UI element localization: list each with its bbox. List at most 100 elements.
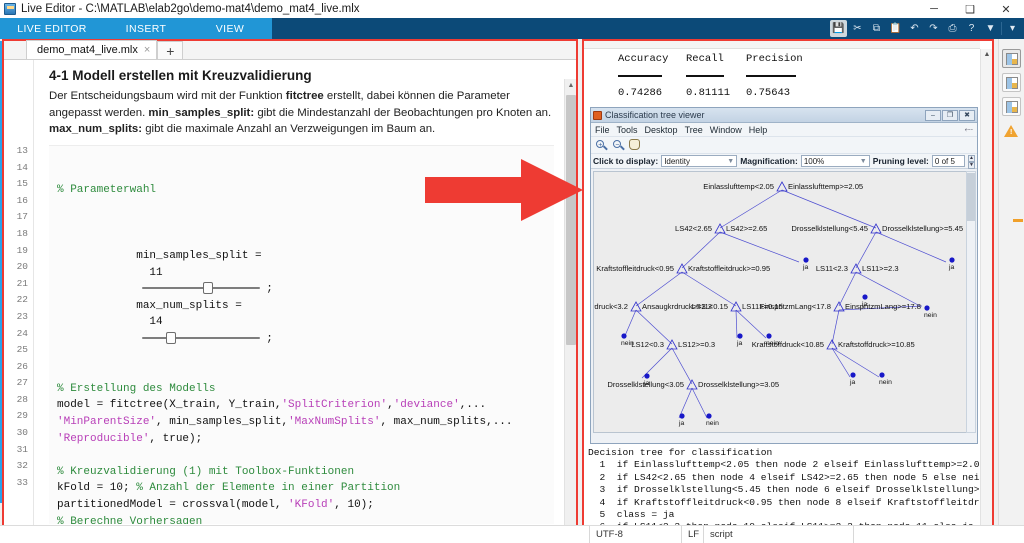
tree-leaf-label: ja [679,420,685,427]
right-icon-rail: ! [998,39,1024,541]
decision-tree-canvas[interactable]: Einlasslufttemp<2.05 Einlasslufttemp>=2.0… [593,171,967,433]
tree-node-condition-right: LS11>=2.3 [862,264,899,273]
pruning-level-label: Pruning level: [872,156,929,166]
paste-icon[interactable]: 📋 [887,20,904,37]
tab-live-editor[interactable]: LIVE EDITOR [0,18,104,39]
pan-icon[interactable] [629,138,642,152]
code-line: 'MinParentSize', min_samples_split,'MaxN… [57,414,554,431]
line-number: 23 [16,310,28,322]
line-number: 28 [16,393,28,405]
zoom-in-icon[interactable]: + [595,139,608,152]
min-samples-split-slider[interactable] [142,282,261,295]
status-bar: UTF-8 LF script [0,525,1024,543]
tree-leaf-label: ja [850,379,856,386]
code-text: , min_samples_split, [156,416,289,428]
max-num-splits-label: max_num_splits = [136,299,242,312]
quick-access-toolbar: 💾 ✂ ⧉ 📋 ↶ ↷ ⎙ ? ▼ ▾ [830,18,1024,39]
maximize-button[interactable]: ❑ [952,0,988,18]
output-vertical-scrollbar[interactable]: ▲ ▼ [980,49,992,543]
tree-leaf-label: nein [924,312,937,319]
print-icon[interactable]: ⎙ [944,20,961,37]
tab-view[interactable]: VIEW [188,18,272,39]
tree-minimize-button[interactable]: – [925,109,941,121]
tree-close-button[interactable]: ✖ [959,109,975,121]
code-block-model[interactable]: % Erstellung des Modells model = fitctree… [57,381,554,524]
classification-tree-viewer: Classification tree viewer – ❐ ✖ File To… [590,107,978,444]
slider-knob[interactable] [202,282,213,295]
more-icon[interactable]: ▼ [982,20,999,37]
live-editor-document-pane: demo_mat4_live.mlx × + 13 14 15 16 17 18 19 20 2… [2,39,578,541]
magnification-select[interactable]: 100% ▼ [800,155,870,167]
tree-viewer-title: Classification tree viewer [605,110,705,120]
tree-canvas-scrollbar[interactable] [966,171,976,433]
tree-node-condition-left: Ansaugkrdruck<3.2 [594,302,628,311]
menu-desktop[interactable]: Desktop [645,125,678,135]
expand-ribbon-icon[interactable]: ▾ [1004,20,1021,37]
undo-icon[interactable]: ↶ [906,20,923,37]
help-icon[interactable]: ? [963,20,980,37]
code-comment: % Kreuzvalidierung (1) mit Toolbox-Funkt… [57,465,355,478]
header-rule [746,74,796,77]
document-tab[interactable]: demo_mat4_live.mlx × [26,40,158,59]
save-icon[interactable]: 💾 [830,20,847,37]
click-to-display-label: Click to display: [593,156,659,166]
chevron-down-icon[interactable]: ▼ [727,158,734,165]
slider-row-min-samples-split[interactable]: min_samples_split = 11 ; [57,231,554,295]
code-text: partitionedModel = crossval(model, [57,498,289,511]
panel-layout-1-icon[interactable] [1002,49,1021,68]
status-line-ending: LF [682,525,704,543]
header-rule [618,74,662,77]
line-number: 33 [16,476,28,488]
line-number: 24 [16,327,28,339]
pruning-level-field[interactable]: 0 of 5 [931,155,966,167]
cut-icon[interactable]: ✂ [849,20,866,37]
document-vertical-scrollbar[interactable]: ▲ ▼ [564,79,576,541]
menu-help[interactable]: Help [749,125,768,135]
pruning-level-stepper[interactable]: ▲ ▼ [968,155,975,169]
tree-leaf-label: nein [879,379,892,386]
line-number: 29 [16,410,28,422]
panel-layout-3-icon[interactable] [1002,97,1021,116]
line-number: 20 [16,261,28,273]
close-icon[interactable]: × [144,44,150,56]
status-file-type: script [704,525,854,543]
scroll-up-icon[interactable]: ▲ [565,79,577,91]
menu-tree[interactable]: Tree [685,125,703,135]
table-header-row: Accuracy Recall Precision [618,50,980,67]
line-number: 26 [16,360,28,372]
tree-text-line: 4 if Kraftstoffleitdruck<0.95 then node … [588,496,981,508]
click-to-display-value: Identity [664,156,690,166]
tree-viewer-menubar: File Tools Desktop Tree Window Help ⤎ [591,123,977,137]
code-string: 'MaxNumSplits' [288,416,381,428]
tree-leaf-label: ja [803,264,809,271]
max-num-splits-slider[interactable] [142,332,261,345]
warning-icon[interactable]: ! [1004,125,1019,138]
menu-overflow-icon[interactable]: ⤎ [965,125,973,135]
menu-window[interactable]: Window [710,125,742,135]
code-text: , true); [149,432,203,445]
copy-icon[interactable]: ⧉ [868,20,885,37]
cell-precision: 0.75643 [746,86,791,99]
minimize-button[interactable]: ─ [916,0,952,18]
tab-insert[interactable]: INSERT [104,18,188,39]
click-to-display-select[interactable]: Identity ▼ [661,155,738,167]
panel-layout-2-icon[interactable] [1002,73,1021,92]
document-content[interactable]: 4-1 Modell erstellen mit Kreuzvalidierun… [35,60,564,524]
column-header-precision: Precision [746,52,803,65]
scroll-up-icon[interactable]: ▲ [981,49,993,60]
paragraph-bold-term: max_num_splits: [49,123,143,135]
paragraph-text: gibt die maximale Anzahl an Verzweigunge… [142,123,436,135]
document-body: 13 14 15 16 17 18 19 20 21 22 23 24 25 26 27 28 29 30 31 32… [4,60,576,541]
zoom-out-icon[interactable]: − [612,139,625,152]
chevron-down-icon[interactable]: ▼ [860,158,867,165]
tree-maximize-button[interactable]: ❐ [942,109,958,121]
menu-tools[interactable]: Tools [617,125,638,135]
menu-file[interactable]: File [595,125,610,135]
cell-accuracy: 0.74286 [618,86,663,99]
close-button[interactable]: ✕ [988,0,1024,18]
slider-knob[interactable] [165,332,176,345]
new-tab-button[interactable]: + [157,41,184,59]
tree-node-condition-left: LS11<2.3 [815,264,848,273]
redo-icon[interactable]: ↷ [925,20,942,37]
line-number: 21 [16,277,28,289]
